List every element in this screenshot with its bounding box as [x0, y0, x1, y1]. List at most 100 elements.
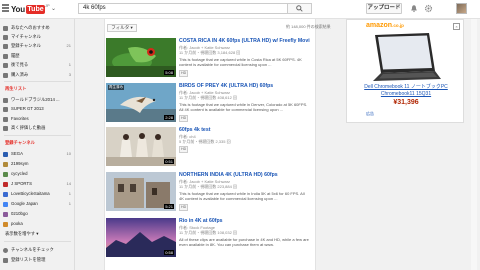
sidebar-item-channel[interactable]: J SPORTS 14 — [0, 180, 75, 188]
sidebar-item-label: Google Japan — [11, 201, 38, 206]
channel-avatar — [3, 211, 8, 217]
sidebar-item-label: 2199sym — [11, 161, 29, 166]
scrollbar[interactable] — [471, 19, 477, 270]
divider — [4, 135, 71, 136]
gear-icon — [3, 257, 8, 263]
sidebar-item-channel[interactable]: cycycled — [0, 170, 75, 178]
channel-avatar — [3, 201, 8, 207]
manage-subscriptions-link[interactable]: 登録リストを管理 — [0, 256, 75, 264]
video-stats: 11 か月前・視聴回数 223,884 回 — [179, 184, 237, 189]
sidebar-item-channel[interactable]: LoveBicycleSaitama 1 — [0, 190, 75, 198]
video-meta: 作者: Jacob + Katie Schwarz 11 か月前・視聴回数 22… — [179, 179, 237, 189]
video-meta: 作者: ch4 5 か月前・視聴回数 2,335 回 — [179, 134, 231, 144]
search-icon — [296, 5, 303, 12]
video-thumbnail[interactable]: 再生済み 2:28 — [106, 83, 176, 122]
home-icon — [3, 25, 8, 31]
sidebar-item-channel[interactable]: 0210bgo — [0, 210, 75, 218]
video-stats: 11 か月前・視聴回数 408,612 回 — [179, 95, 237, 100]
youtube-logo[interactable]: You Tube — [11, 4, 46, 14]
region-label: JP — [45, 3, 50, 8]
sidebar-item-recommended[interactable]: あなたへのおすすめ — [0, 24, 75, 32]
sidebar-item-label: SEGA — [11, 151, 23, 156]
browse-channels-link[interactable]: チャンネルをチェック — [0, 246, 75, 254]
video-meta: 作者: Jacob + Katie Schwarz 11 か月前・視聴回数 40… — [179, 90, 237, 100]
video-duration: 2:28 — [164, 115, 174, 120]
playlists-heading: 再生リスト — [5, 86, 27, 91]
video-title[interactable]: Rio in 4K at 60fps — [179, 218, 223, 224]
guide-chevron-icon[interactable]: ⌄ — [51, 5, 56, 12]
sidebar-item-label: 登録チャンネル — [11, 43, 41, 48]
video-result[interactable]: 5:21 NORTHERN INDIA 4K (ULTRA HD) 60fps … — [106, 172, 311, 216]
notifications-icon[interactable] — [410, 4, 418, 13]
sidebar-item-count: 3 — [68, 72, 71, 77]
sidebar-item-channel[interactable]: SEGA 10 — [0, 150, 75, 158]
sidebar-item-channel[interactable]: 2199sym — [0, 160, 75, 168]
video-meta: 作者: Stock Footage 11 か月前・視聴回数 108,032 回 — [179, 225, 237, 235]
history-icon — [3, 53, 8, 59]
logo-tube-text: Tube — [25, 4, 46, 14]
video-stats: 5 か月前・視聴回数 2,335 回 — [179, 139, 231, 144]
hd-badge: HD — [179, 70, 189, 77]
video-result[interactable]: 再生済み 2:28 BIRDS OF PREY 4K (ULTRA HD) 60… — [106, 83, 311, 127]
sidebar-item-liked[interactable]: 高く評価した動画 — [0, 124, 75, 132]
menu-icon[interactable] — [2, 4, 9, 13]
ad-label[interactable]: 広告 — [366, 111, 374, 117]
filter-button[interactable]: フィルタ ▾ — [107, 24, 137, 32]
video-description: This is footage that we captured while i… — [179, 102, 308, 112]
sidebar-item-history[interactable]: 履歴 — [0, 52, 75, 60]
sidebar-item-channel[interactable]: Google Japan 1 — [0, 200, 75, 208]
video-title[interactable]: COSTA RICA IN 4K 60fps (ULTRA HD) w/ Fre… — [179, 38, 310, 44]
watched-badge: 再生済み — [108, 85, 124, 90]
show-more-link[interactable]: 表示数を増やす ▾ — [0, 230, 75, 238]
video-result[interactable]: 0:58 Rio in 4K at 60fps 作者: Stock Footag… — [106, 218, 311, 262]
sidebar-item-watch-later[interactable]: 後で見る 1 — [0, 61, 75, 69]
sidebar-item-favorites[interactable]: Favorites — [0, 115, 75, 123]
ad-product-title[interactable]: Dell Chromebook 11 ノートブックPC Chromebook11… — [347, 84, 465, 98]
sidebar-item-channel[interactable]: pooka — [0, 220, 75, 228]
video-duration: 5:21 — [164, 204, 174, 209]
video-thumbnail[interactable]: 0:51 — [106, 127, 176, 166]
laptop-image — [373, 33, 441, 81]
video-thumbnail[interactable]: 0:58 — [106, 218, 176, 257]
video-result[interactable]: 0:51 60fps 4k test 作者: ch4 5 か月前・視聴回数 2,… — [106, 127, 311, 171]
sidebar-item-playlist[interactable]: ワールドブラジル2014 ... — [0, 96, 75, 104]
channel-avatar — [3, 151, 8, 157]
gear-icon[interactable] — [424, 4, 433, 13]
sidebar-item-purchases[interactable]: 購入済み 3 — [0, 71, 75, 79]
sidebar-item-count: 1 — [68, 201, 71, 206]
video-title[interactable]: 60fps 4k test — [179, 127, 210, 133]
sidebar-item-label: 履歴 — [11, 53, 20, 58]
video-title[interactable]: NORTHERN INDIA 4K (ULTRA HD) 60fps — [179, 172, 278, 178]
sidebar: あなたへのおすすめ マイチャンネル 登録チャンネル 21 履歴 後で見る 1 購… — [0, 19, 75, 270]
sidebar-item-my-channel[interactable]: マイチャンネル — [0, 33, 75, 41]
search-button[interactable] — [288, 3, 312, 14]
avatar[interactable] — [456, 3, 467, 14]
sidebar-item-playlist[interactable]: SUPER GT 2013 — [0, 105, 75, 113]
video-result[interactable]: 5:08 COSTA RICA IN 4K 60fps (ULTRA HD) w… — [106, 38, 311, 82]
playlist-icon — [3, 97, 8, 103]
hd-badge: HD — [179, 204, 189, 211]
search-input[interactable]: 4k 60fps — [78, 3, 288, 14]
sidebar-item-label: マイチャンネル — [11, 34, 41, 39]
video-description: This is footage that we captured while i… — [179, 191, 305, 201]
purchase-icon — [3, 72, 8, 78]
channel-avatar — [3, 171, 8, 177]
video-thumbnail[interactable]: 5:08 — [106, 38, 176, 77]
close-icon[interactable]: × — [453, 23, 460, 30]
video-thumbnail[interactable]: 5:21 — [106, 172, 176, 211]
amazon-ad[interactable]: amazon.co.jp × Dell Chromebook 11 ノートブック… — [346, 19, 464, 123]
sidebar-item-label: pooka — [11, 221, 23, 226]
sidebar-item-subscriptions[interactable]: 登録チャンネル 21 — [0, 42, 75, 50]
amazon-logo-tld: .co.jp — [392, 23, 404, 28]
sidebar-item-label: Favorites — [11, 116, 29, 121]
plus-circle-icon — [3, 247, 8, 253]
playlist-icon — [3, 106, 8, 112]
hd-badge: HD — [179, 146, 189, 153]
video-duration: 0:58 — [164, 250, 174, 255]
upload-button[interactable]: アップロード — [366, 3, 402, 14]
sidebar-item-label: 高く評価した動画 — [11, 125, 46, 130]
sidebar-item-count: 21 — [66, 43, 71, 48]
sidebar-item-label: あなたへのおすすめ — [11, 25, 50, 30]
video-title[interactable]: BIRDS OF PREY 4K (ULTRA HD) 60fps — [179, 83, 273, 89]
sidebar-item-label: チャンネルをチェック — [11, 247, 54, 252]
